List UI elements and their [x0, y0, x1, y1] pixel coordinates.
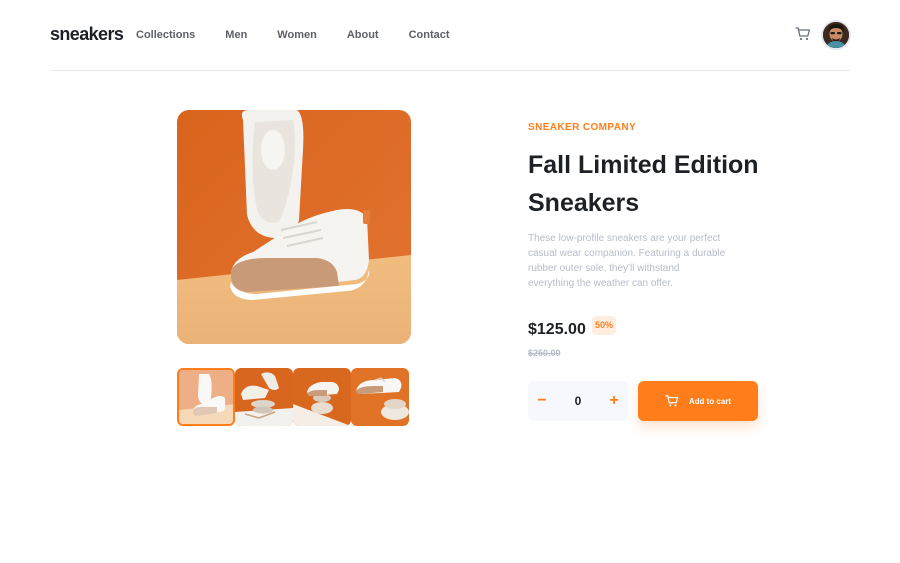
cart-icon[interactable] [795, 26, 811, 42]
increase-quantity-button[interactable]: + [601, 381, 627, 421]
thumbnail-strip [177, 368, 409, 426]
company-label: SNEAKER COMPANY [528, 122, 637, 133]
discount-badge: 50% [592, 316, 616, 335]
user-avatar[interactable] [821, 20, 851, 50]
product-description: These low-profile sneakers are your perf… [528, 233, 726, 289]
add-to-cart-button[interactable]: Add to cart [638, 381, 758, 421]
decrease-quantity-button[interactable]: − [529, 381, 555, 421]
thumbnail-4[interactable] [351, 368, 409, 426]
thumbnail-1[interactable] [177, 368, 235, 426]
current-price: $125.00 [528, 321, 586, 338]
site-logo[interactable]: sneakers [50, 24, 124, 45]
nav-women[interactable]: Women [277, 29, 317, 41]
nav-about[interactable]: About [347, 29, 379, 41]
product-main-image[interactable] [177, 110, 411, 344]
nav-contact[interactable]: Contact [409, 29, 450, 41]
add-to-cart-label: Add to cart [688, 396, 732, 406]
nav-men[interactable]: Men [225, 29, 247, 41]
quantity-value: 0 [574, 394, 582, 408]
product-title: Fall Limited Edition Sneakers [528, 151, 759, 217]
nav-collections[interactable]: Collections [136, 29, 195, 41]
cart-icon [665, 394, 679, 408]
main-nav: Collections Men Women About Contact [136, 29, 450, 41]
quantity-stepper: − 0 + [528, 381, 628, 421]
site-header: sneakers Collections Men Women About Con… [50, 0, 851, 71]
thumbnail-3[interactable] [293, 368, 351, 426]
original-price: $250.00 [528, 348, 561, 358]
thumbnail-2[interactable] [235, 368, 293, 426]
